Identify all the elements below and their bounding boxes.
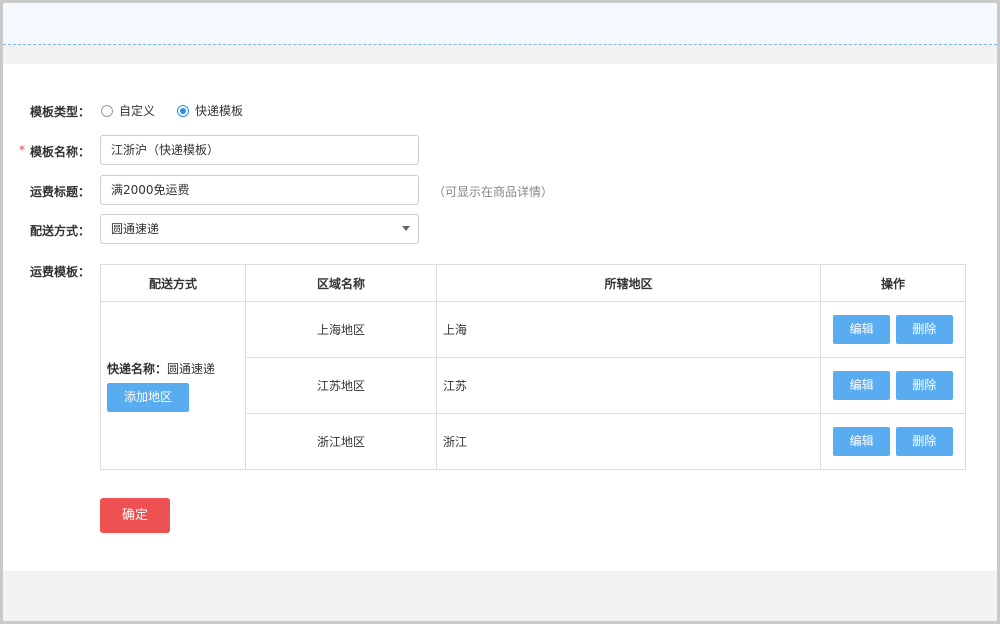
top-bar [3, 3, 997, 45]
chevron-down-icon [402, 226, 410, 231]
table-header-row: 配送方式 区域名称 所辖地区 操作 [100, 264, 966, 302]
method-cell: 快递名称：圆通速递 添加地区 [100, 301, 246, 470]
header-covered-area: 所辖地区 [436, 264, 821, 302]
covered-area-cell: 浙江 [436, 413, 821, 470]
radio-express-template[interactable]: 快递模板 [177, 102, 243, 119]
shipping-template-label: 运费模板： [30, 265, 91, 279]
required-mark: * [19, 143, 25, 157]
window-frame: 模板类型： 自定义 快递模板 * 模板名称： 江浙沪（快递模板） 运费标题： 满… [0, 0, 1000, 624]
region-name-cell: 浙江地区 [245, 413, 437, 470]
top-spacer [3, 46, 997, 64]
edit-button[interactable]: 编辑 [833, 371, 891, 400]
template-name-label: 模板名称： [30, 145, 91, 159]
table-row: 快递名称：圆通速递 添加地区 上海地区 上海 编辑 删除 [100, 301, 966, 470]
header-actions: 操作 [820, 264, 966, 302]
delete-button[interactable]: 删除 [895, 315, 953, 344]
delete-button[interactable]: 删除 [895, 371, 953, 400]
template-name-input[interactable]: 江浙沪（快递模板） [100, 135, 419, 165]
shipping-template-table: 配送方式 区域名称 所辖地区 操作 快递名称：圆通速递 添加地区 上海地区 上海 [100, 264, 966, 470]
delivery-method-value: 圆通速递 [111, 222, 160, 236]
confirm-button[interactable]: 确定 [100, 498, 170, 533]
radio-custom-circle[interactable] [101, 104, 113, 117]
radio-custom[interactable]: 自定义 [101, 102, 155, 119]
region-name-cell: 江苏地区 [245, 357, 437, 414]
delete-button[interactable]: 删除 [895, 427, 953, 456]
delivery-method-select[interactable]: 圆通速递 [100, 214, 419, 244]
covered-area-cell: 上海 [436, 301, 821, 358]
shipping-title-input[interactable]: 满2000免运费 [100, 175, 419, 205]
template-type-label: 模板类型： [30, 105, 91, 119]
template-type-radios: 自定义 快递模板 [101, 102, 265, 119]
region-name-cell: 上海地区 [245, 301, 437, 358]
actions-cell: 编辑 删除 [820, 413, 966, 470]
shipping-title-hint: （可显示在商品详情） [433, 185, 554, 199]
edit-button[interactable]: 编辑 [833, 427, 891, 456]
form-panel: 模板类型： 自定义 快递模板 * 模板名称： 江浙沪（快递模板） 运费标题： 满… [3, 64, 997, 571]
radio-express-label: 快递模板 [195, 104, 244, 118]
radio-express-circle[interactable] [177, 104, 190, 117]
actions-cell: 编辑 删除 [820, 301, 966, 358]
header-delivery-method: 配送方式 [100, 264, 246, 302]
covered-area-cell: 江苏 [436, 357, 821, 414]
express-name-value: 圆通速递 [167, 361, 216, 376]
header-region-name: 区域名称 [245, 264, 437, 302]
shipping-title-label: 运费标题： [30, 185, 91, 199]
radio-custom-label: 自定义 [119, 104, 156, 118]
express-name: 快递名称：圆通速递 [107, 360, 245, 377]
express-name-label: 快递名称： [107, 361, 168, 376]
actions-cell: 编辑 删除 [820, 357, 966, 414]
edit-button[interactable]: 编辑 [833, 315, 891, 344]
add-region-button[interactable]: 添加地区 [107, 382, 189, 412]
delivery-method-label: 配送方式： [30, 224, 91, 238]
